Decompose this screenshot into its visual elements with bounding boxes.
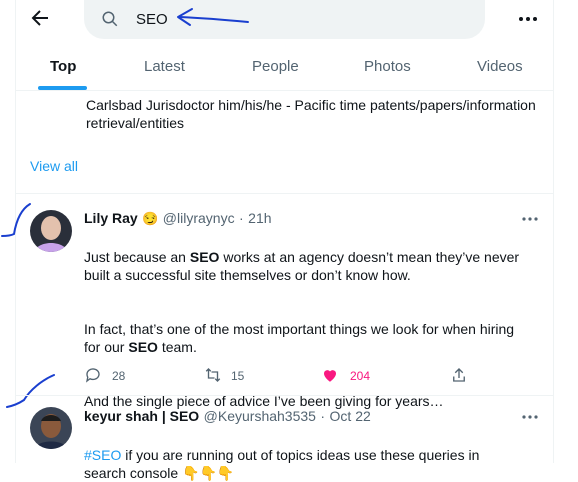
user-handle[interactable]: @lilyraynyc <box>163 210 235 226</box>
divider <box>16 193 554 194</box>
user-name[interactable]: keyur shah | SEO <box>84 408 199 424</box>
text: team. <box>157 339 197 355</box>
highlight: SEO <box>189 249 220 265</box>
user-handle[interactable]: @Keyurshah3535 <box>204 408 316 424</box>
emoji: 👇👇👇 <box>182 465 235 481</box>
handdrawn-mark-annotation <box>6 374 55 408</box>
tweet-paragraph: Just because an SEO works at an agency d… <box>84 248 532 284</box>
tab-people[interactable]: People <box>252 58 299 75</box>
tab-latest[interactable]: Latest <box>144 58 185 75</box>
more-options-icon[interactable] <box>520 409 540 425</box>
tab-top[interactable]: Top <box>50 58 76 75</box>
search-query[interactable]: SEO <box>136 11 168 28</box>
tabs-divider <box>16 90 554 91</box>
avatar[interactable] <box>30 210 72 252</box>
hashtag-link[interactable]: #SEO <box>84 447 121 463</box>
retweet-icon[interactable] <box>204 366 222 384</box>
like-heart-icon[interactable] <box>321 366 339 384</box>
tweet-text: #SEO if you are running out of topics id… <box>84 428 524 482</box>
tweet-text: Just because an SEO works at an agency d… <box>84 230 532 428</box>
handdrawn-arrow-annotation <box>177 8 249 26</box>
retweet-count: 15 <box>231 369 245 383</box>
timestamp[interactable]: 21h <box>248 210 271 226</box>
handdrawn-mark-annotation <box>1 203 31 237</box>
user-name[interactable]: Lily Ray <box>84 210 138 226</box>
user-bio: Carlsbad Jurisdoctor him/his/he - Pacifi… <box>86 97 536 131</box>
meta-separator: · <box>320 408 326 424</box>
text: if you are running out of topics ideas u… <box>84 447 480 481</box>
tab-photos[interactable]: Photos <box>364 58 411 75</box>
avatar[interactable] <box>30 407 72 449</box>
tweet-paragraph: In fact, that’s one of the most importan… <box>84 320 532 356</box>
divider <box>16 395 554 396</box>
timestamp[interactable]: Oct 22 <box>330 408 371 424</box>
text: keyur shah | <box>84 408 170 424</box>
text: Just because an <box>84 249 190 265</box>
tweet-header: keyur shah | SEO @Keyurshah3535 · Oct 22 <box>84 408 371 426</box>
view-all-link[interactable]: View all <box>30 158 78 174</box>
like-count: 204 <box>350 369 371 383</box>
share-icon[interactable] <box>450 366 468 384</box>
reply-icon[interactable] <box>84 366 102 384</box>
more-options-icon[interactable] <box>516 9 540 29</box>
text: SEO <box>169 408 200 424</box>
reply-count: 28 <box>112 369 126 383</box>
highlight: SEO <box>128 339 158 355</box>
tab-videos[interactable]: Videos <box>477 58 523 75</box>
search-icon <box>102 11 118 27</box>
emoji: 😏 <box>142 211 159 226</box>
back-arrow-icon[interactable] <box>28 6 52 30</box>
meta-separator: · <box>239 210 244 226</box>
more-options-icon[interactable] <box>520 211 540 227</box>
tweet-header: Lily Ray 😏 @lilyraynyc · 21h <box>84 210 272 228</box>
